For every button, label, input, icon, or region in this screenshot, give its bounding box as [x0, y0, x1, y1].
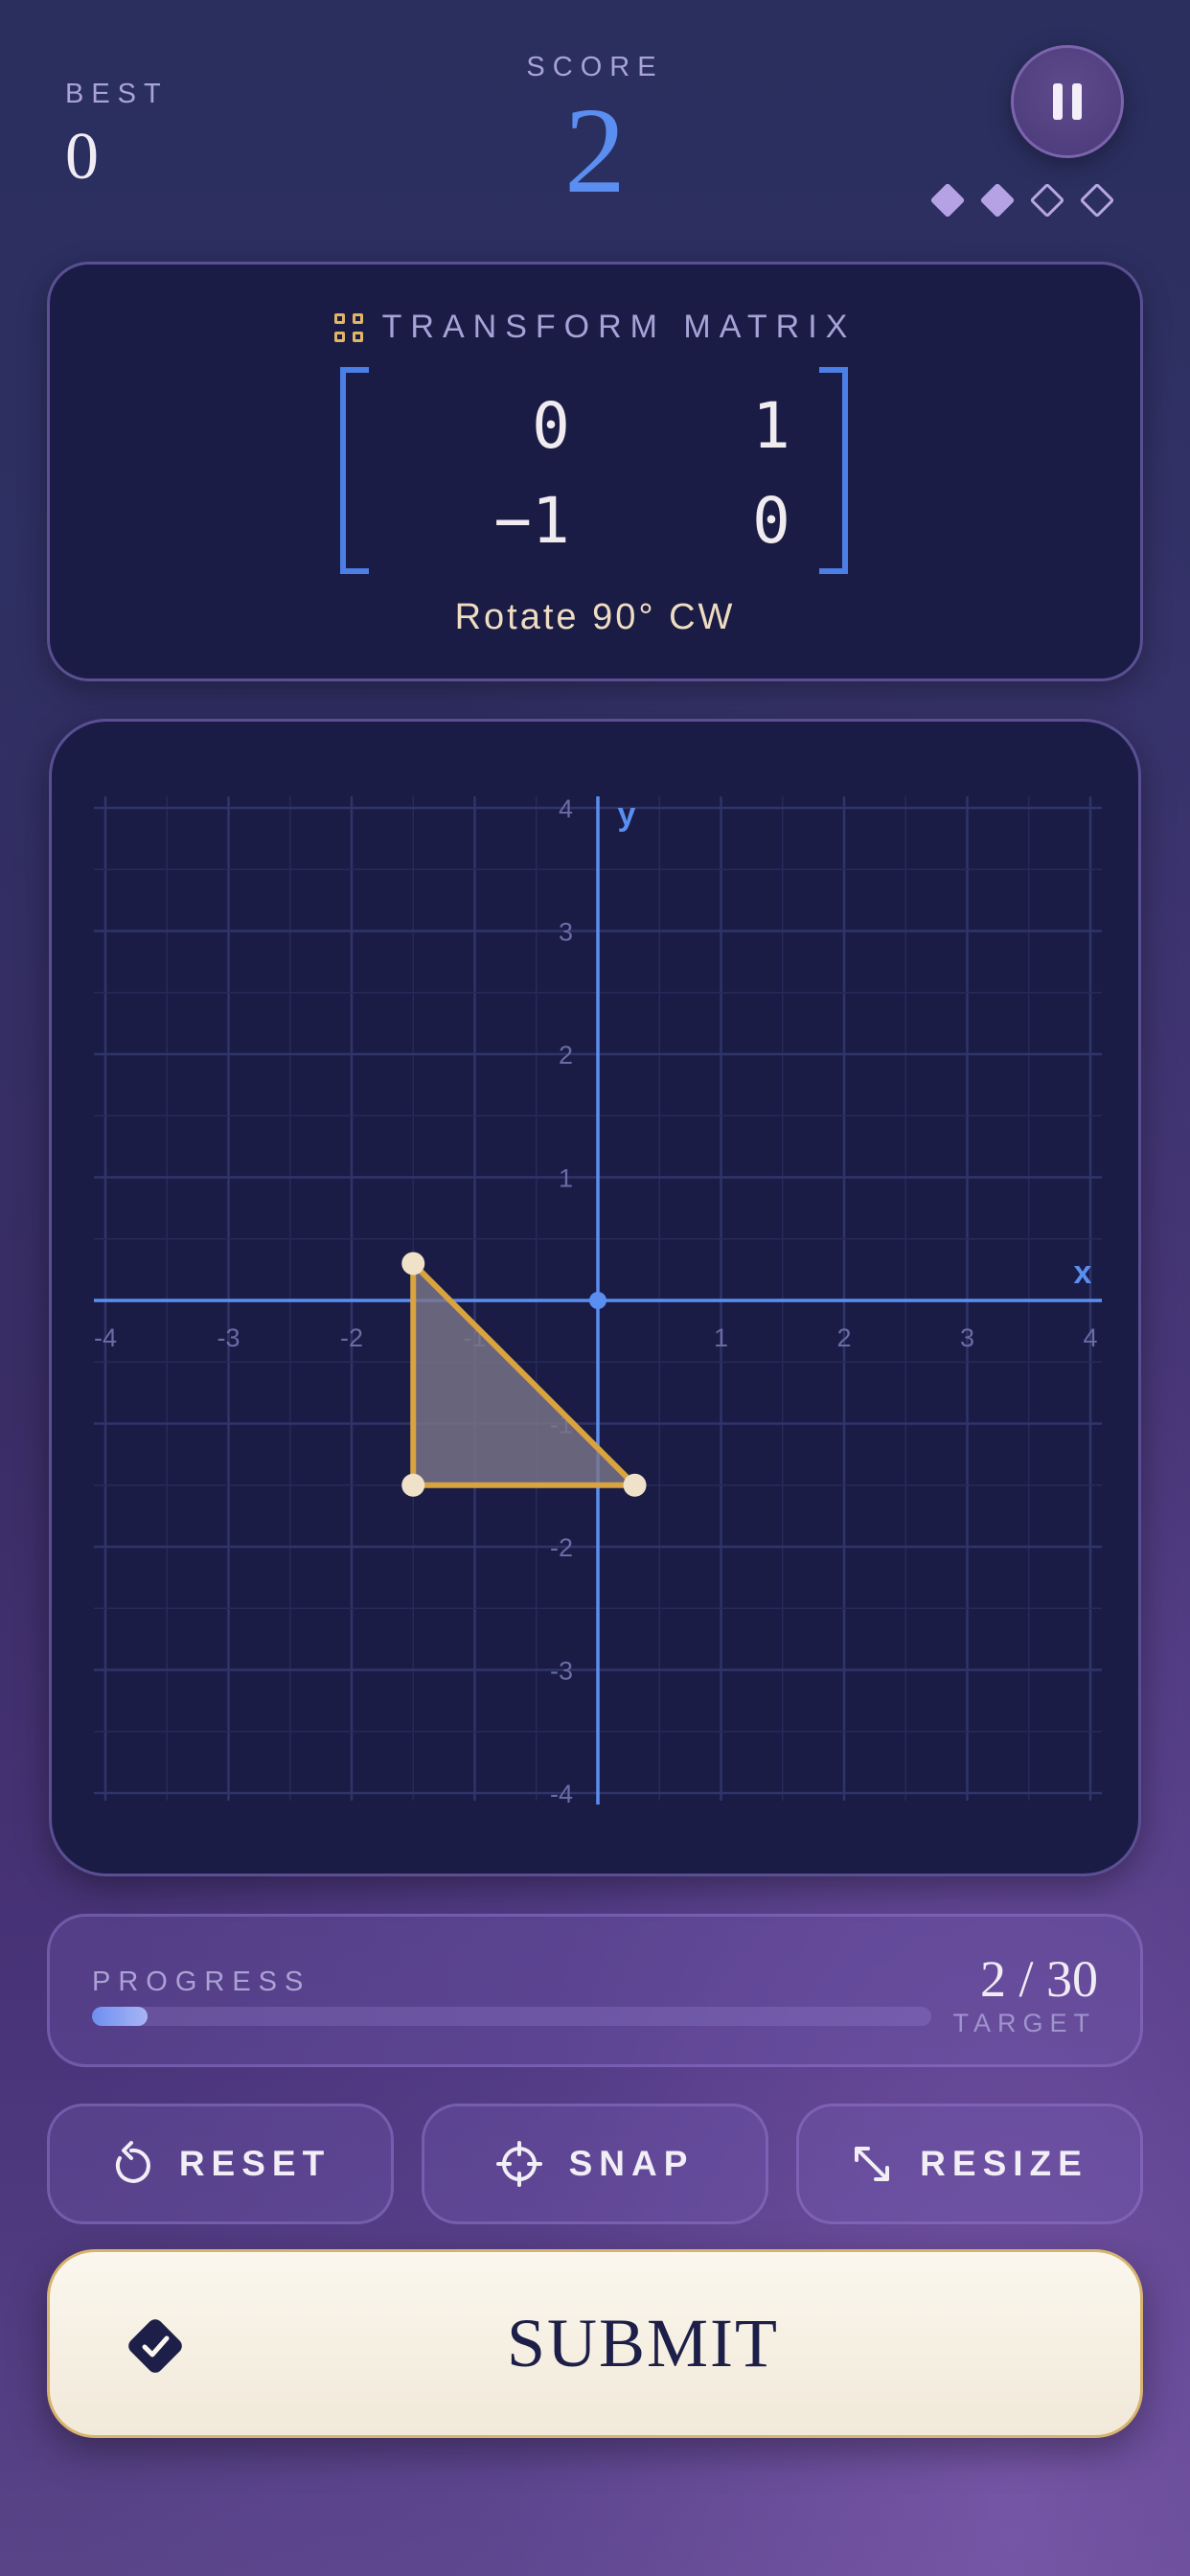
life-diamond-icon	[929, 182, 966, 218]
life-diamond-icon	[1029, 182, 1065, 218]
coordinate-plane-card[interactable]: -4-3-2-112344321-1-2-3-4xy	[49, 719, 1141, 1876]
best-label: BEST	[65, 79, 169, 109]
submit-button[interactable]: SUBMIT	[47, 2249, 1143, 2438]
resize-label: RESIZE	[920, 2144, 1088, 2183]
x-tick-label: 3	[960, 1323, 974, 1352]
matrix-cell-b: 1	[752, 389, 790, 463]
matrix-cell-a: 0	[532, 389, 570, 463]
x-tick-label: -4	[94, 1323, 117, 1352]
matrix-cell-d: 0	[752, 484, 790, 558]
current-score: SCORE 2	[403, 52, 787, 212]
y-tick-label: 2	[559, 1041, 573, 1070]
best-score: BEST 0	[65, 79, 169, 191]
lives-indicator	[929, 182, 1115, 218]
vertex-handle[interactable]	[401, 1473, 425, 1497]
snap-button[interactable]: SNAP	[422, 2104, 768, 2224]
x-tick-label: 4	[1083, 1323, 1097, 1352]
score-value: 2	[564, 82, 626, 218]
progress-label: PROGRESS	[92, 1966, 311, 1997]
y-tick-label: 1	[559, 1164, 573, 1193]
submit-label: SUBMIT	[506, 2305, 780, 2381]
x-axis-label: x	[1074, 1254, 1092, 1291]
vertex-handle[interactable]	[623, 1473, 647, 1497]
coordinate-plane[interactable]: -4-3-2-112344321-1-2-3-4xy	[52, 722, 1144, 1879]
crosshair-icon	[495, 2141, 542, 2187]
matrix-title: TRANSFORM MATRIX	[50, 309, 1140, 346]
reset-label: RESET	[178, 2144, 332, 2183]
best-value: 0	[65, 120, 99, 194]
x-tick-label: -3	[217, 1323, 240, 1352]
score-label: SCORE	[526, 52, 664, 82]
progress-bar-fill	[92, 2007, 149, 2026]
x-tick-label: 2	[836, 1323, 851, 1352]
y-tick-label: -4	[550, 1780, 573, 1808]
pause-icon	[1053, 83, 1082, 120]
life-diamond-icon	[979, 182, 1016, 218]
transform-matrix-card: TRANSFORM MATRIX 0 1 −1 0 Rotate 90° CW	[47, 262, 1143, 681]
y-tick-label: 4	[559, 794, 573, 823]
matrix-bracket-left	[340, 367, 369, 574]
x-tick-label: -2	[340, 1323, 363, 1352]
y-axis-label: y	[618, 796, 636, 833]
reset-icon	[115, 2141, 150, 2183]
y-tick-label: 3	[559, 918, 573, 947]
resize-icon	[855, 2147, 890, 2181]
progress-card: PROGRESS 2 / 30 TARGET	[47, 1914, 1143, 2067]
x-tick-label: 1	[714, 1323, 728, 1352]
resize-button[interactable]: RESIZE	[796, 2104, 1143, 2224]
matrix-caption: Rotate 90° CW	[454, 597, 736, 637]
reset-button[interactable]: RESET	[47, 2104, 394, 2224]
y-tick-label: -3	[550, 1657, 573, 1686]
progress-count: 2 / 30	[979, 1950, 1098, 2008]
pause-button[interactable]	[1011, 45, 1124, 158]
life-diamond-icon	[1079, 182, 1115, 218]
grid-icon	[333, 312, 363, 342]
vertex-handle[interactable]	[401, 1252, 425, 1276]
matrix-title-text: TRANSFORM MATRIX	[381, 309, 857, 345]
origin-point	[589, 1292, 606, 1309]
matrix-cell-c: −1	[493, 484, 570, 558]
y-tick-label: -2	[550, 1533, 573, 1562]
progress-target-label: TARGET	[952, 2009, 1096, 2037]
snap-label: SNAP	[568, 2144, 695, 2183]
progress-bar	[92, 2007, 931, 2026]
